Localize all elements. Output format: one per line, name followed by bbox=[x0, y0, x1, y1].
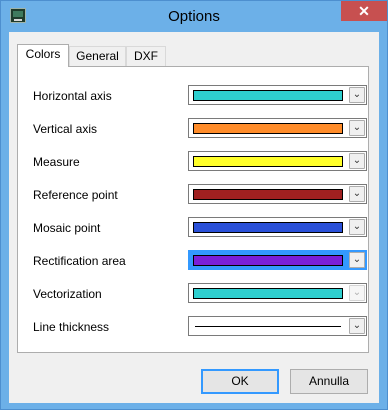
vectorization-color-select[interactable]: ⌄ bbox=[188, 283, 367, 303]
row-reference-point: Reference point ⌄ bbox=[33, 184, 367, 206]
row-vectorization: Vectorization ⌄ bbox=[33, 283, 367, 305]
chevron-down-icon[interactable]: ⌄ bbox=[349, 153, 365, 169]
line-thickness-sample bbox=[195, 326, 341, 327]
color-swatch bbox=[193, 123, 343, 134]
ok-button[interactable]: OK bbox=[201, 369, 279, 394]
rectification-area-label: Rectification area bbox=[33, 254, 126, 268]
row-rectification-area: Rectification area ⌄ bbox=[33, 250, 367, 272]
reference-point-color-select[interactable]: ⌄ bbox=[188, 184, 367, 204]
reference-point-label: Reference point bbox=[33, 188, 118, 202]
tab-general[interactable]: General bbox=[69, 46, 126, 66]
measure-color-select[interactable]: ⌄ bbox=[188, 151, 367, 171]
row-measure: Measure ⌄ bbox=[33, 151, 367, 173]
chevron-down-icon[interactable]: ⌄ bbox=[349, 318, 365, 334]
color-swatch bbox=[193, 90, 343, 101]
dialog-body: Colors General DXF Horizontal axis ⌄ Ver… bbox=[9, 32, 379, 403]
close-button[interactable]: ✕ bbox=[341, 1, 387, 21]
rectification-area-color-select[interactable]: ⌄ bbox=[188, 250, 367, 270]
options-window: Options ✕ Colors General DXF Horizontal … bbox=[0, 0, 388, 410]
line-thickness-select[interactable]: ⌄ bbox=[188, 316, 367, 336]
chevron-down-icon[interactable]: ⌄ bbox=[349, 219, 365, 235]
vertical-axis-label: Vertical axis bbox=[33, 122, 98, 136]
chevron-down-icon[interactable]: ⌄ bbox=[349, 186, 365, 202]
cancel-button[interactable]: Annulla bbox=[290, 369, 368, 394]
colors-panel: Horizontal axis ⌄ Vertical axis ⌄ Measur… bbox=[17, 66, 369, 353]
mosaic-point-label: Mosaic point bbox=[33, 221, 101, 235]
tab-dxf[interactable]: DXF bbox=[126, 46, 166, 66]
vectorization-label: Vectorization bbox=[33, 287, 102, 301]
row-mosaic-point: Mosaic point ⌄ bbox=[33, 217, 367, 239]
chevron-down-icon[interactable]: ⌄ bbox=[349, 285, 365, 301]
horizontal-axis-label: Horizontal axis bbox=[33, 89, 112, 103]
chevron-down-icon[interactable]: ⌄ bbox=[349, 252, 365, 268]
mosaic-point-color-select[interactable]: ⌄ bbox=[188, 217, 367, 237]
line-thickness-label: Line thickness bbox=[33, 320, 110, 334]
vertical-axis-color-select[interactable]: ⌄ bbox=[188, 118, 367, 138]
title-bar[interactable]: Options ✕ bbox=[1, 1, 387, 32]
chevron-down-icon[interactable]: ⌄ bbox=[349, 87, 365, 103]
tab-colors[interactable]: Colors bbox=[17, 44, 69, 67]
horizontal-axis-color-select[interactable]: ⌄ bbox=[188, 85, 367, 105]
color-swatch bbox=[193, 255, 343, 266]
color-swatch bbox=[193, 288, 343, 299]
row-line-thickness: Line thickness ⌄ bbox=[33, 316, 367, 338]
row-vertical-axis: Vertical axis ⌄ bbox=[33, 118, 367, 140]
window-title: Options bbox=[168, 8, 220, 25]
color-swatch bbox=[193, 189, 343, 200]
measure-label: Measure bbox=[33, 155, 80, 169]
color-swatch bbox=[193, 222, 343, 233]
row-horizontal-axis: Horizontal axis ⌄ bbox=[33, 85, 367, 107]
chevron-down-icon[interactable]: ⌄ bbox=[349, 120, 365, 136]
color-swatch bbox=[193, 156, 343, 167]
